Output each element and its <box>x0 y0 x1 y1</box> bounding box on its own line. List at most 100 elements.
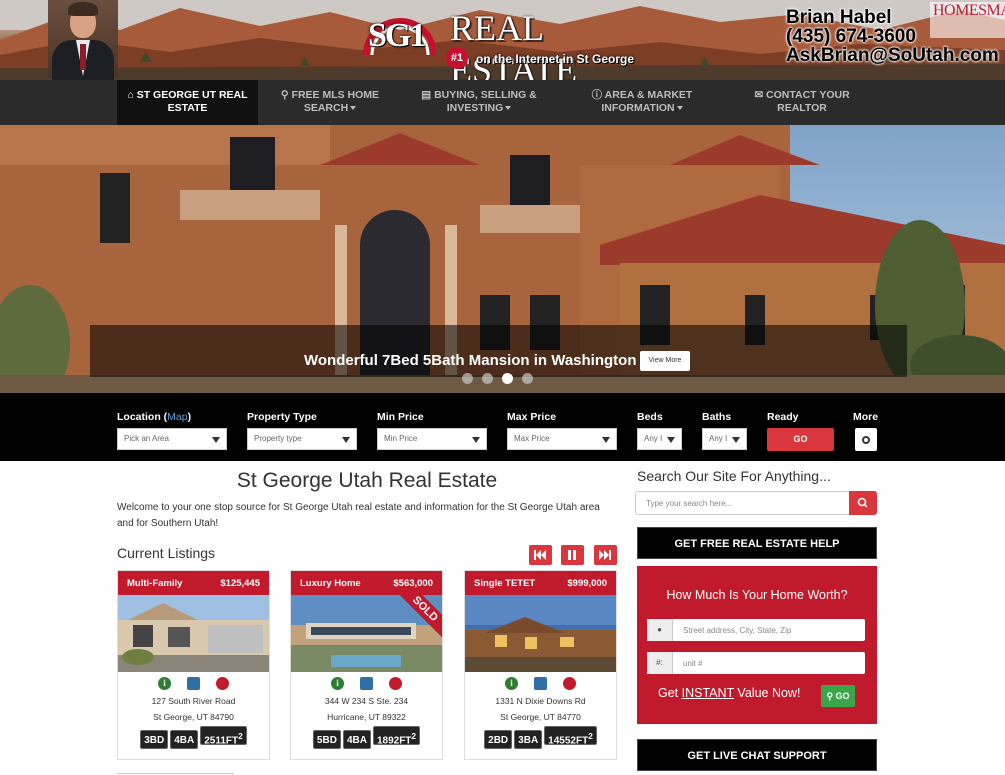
next-button[interactable] <box>594 545 617 565</box>
slider-dot-active[interactable] <box>502 373 513 384</box>
listing-header: Single TETET $999,000 <box>465 571 616 595</box>
beds-label: Beds <box>637 411 663 423</box>
slider-dot[interactable] <box>522 373 533 384</box>
view-more-button[interactable]: View More <box>640 351 690 371</box>
beds-badge: 3BD <box>140 730 169 750</box>
listing-type: Single TETET <box>474 578 536 589</box>
photo-icon[interactable] <box>360 677 373 690</box>
photo-icon[interactable] <box>534 677 547 690</box>
search-icon: ⚲ <box>826 691 834 701</box>
info-icon[interactable]: i <box>505 677 518 690</box>
free-help-button[interactable]: GET FREE REAL ESTATE HELP <box>637 527 877 559</box>
listing-stats: 2BD 3BA 14552FT2 <box>465 726 616 750</box>
previous-button[interactable] <box>529 545 552 565</box>
page-title: St George Utah Real Estate <box>236 469 498 492</box>
listing-address: 1331 N Dixie Downs Rd St George, UT 8477… <box>495 696 586 722</box>
listing-header: Multi-Family $125,445 <box>118 571 269 595</box>
listing-photo[interactable] <box>465 595 616 672</box>
agent-email[interactable]: AskBrian@SoUtah.com <box>786 46 1005 65</box>
listing-header: Luxury Home $563,000 <box>291 571 442 595</box>
listing-price: $125,445 <box>220 578 260 589</box>
listing-type: Luxury Home <box>300 578 361 589</box>
current-listings-heading: Current Listings <box>117 545 216 561</box>
map-marker-icon: ● <box>647 619 673 641</box>
chevron-down-icon <box>602 437 610 443</box>
street-address-field[interactable]: ● Street address, City, State, Zip <box>647 619 865 641</box>
skip-back-icon <box>534 550 546 560</box>
more-options-button[interactable] <box>855 428 877 451</box>
site-logo[interactable]: SG1 REAL ESTATE #1 on the Internet in St… <box>358 3 648 80</box>
min-price-select[interactable]: Min Price <box>377 428 487 450</box>
main-nav: ⌂ ST GEORGE UT REAL ESTATE ⚲ FREE MLS HO… <box>0 80 1005 125</box>
map-link[interactable]: Map <box>167 411 187 423</box>
chevron-down-icon <box>667 437 675 443</box>
agent-name: Brian Habel <box>786 7 892 28</box>
nav-label: ESTATE <box>167 102 208 114</box>
info-icon[interactable]: i <box>158 677 171 690</box>
live-chat-button[interactable]: GET LIVE CHAT SUPPORT <box>637 739 877 771</box>
home-value-title: How Much Is Your Home Worth? <box>666 588 848 602</box>
baths-badge: 3BA <box>514 730 543 750</box>
listing-card[interactable]: Single TETET $999,000 i 1331 N Dixie Dow… <box>464 570 617 760</box>
logo-title: REAL ESTATE <box>450 8 578 80</box>
slider-dot[interactable] <box>482 373 493 384</box>
listing-type: Multi-Family <box>127 578 183 589</box>
property-type-select[interactable]: Property type <box>247 428 357 450</box>
site-search-heading: Search Our Site For Anything... <box>637 468 831 484</box>
location-select[interactable]: Pick an Area <box>117 428 227 450</box>
listing-price: $563,000 <box>393 578 433 589</box>
listing-card[interactable]: Luxury Home $563,000 SOLD i 344 W 234 S … <box>290 570 443 760</box>
home-value-go-button[interactable]: ⚲ GO <box>821 685 855 707</box>
video-icon[interactable] <box>389 677 402 690</box>
envelope-icon: ✉ <box>754 89 764 101</box>
sqft-badge: 1892FT2 <box>372 726 421 746</box>
nav-item-mls-search[interactable]: ⚲ FREE MLS HOME SEARCH <box>270 80 390 125</box>
slide-caption: Wonderful 7Bed 5Bath Mansion in Washingt… <box>90 325 907 377</box>
baths-badge: 4BA <box>342 730 371 750</box>
location-label: Location (Map) <box>117 411 192 423</box>
site-search-input[interactable]: Type your search here... <box>635 491 877 515</box>
listing-photo[interactable] <box>118 595 269 672</box>
chevron-down-icon <box>342 437 350 443</box>
max-price-select[interactable]: Max Price <box>507 428 617 450</box>
listing-address: 344 W 234 S Ste. 234 Hurricane, UT 89322 <box>324 696 409 722</box>
baths-label: Baths <box>702 411 732 423</box>
video-icon[interactable] <box>216 677 229 690</box>
unit-field[interactable]: #: unit # <box>647 652 865 674</box>
home-icon: ⌂ <box>127 89 134 101</box>
info-icon[interactable]: i <box>331 677 344 690</box>
max-price-label: Max Price <box>507 411 557 423</box>
hero-slider[interactable]: Wonderful 7Bed 5Bath Mansion in Washingt… <box>0 125 1005 393</box>
home-value-widget: How Much Is Your Home Worth? ● Street ad… <box>637 566 877 724</box>
video-icon[interactable] <box>563 677 576 690</box>
listing-photo[interactable]: SOLD <box>291 595 442 672</box>
chevron-down-icon <box>732 437 740 443</box>
welcome-text: Welcome to your one stop source for St G… <box>117 502 600 529</box>
chevron-down-icon <box>472 437 480 443</box>
min-price-label: Min Price <box>377 411 424 423</box>
nav-item-home[interactable]: ⌂ ST GEORGE UT REAL ESTATE <box>117 80 258 125</box>
chevron-down-icon <box>350 106 357 111</box>
nav-item-buying-selling[interactable]: ▤ BUYING, SELLING & INVESTING <box>418 80 540 125</box>
info-icon: ⓘ <box>591 89 603 101</box>
baths-select[interactable]: Any I <box>702 428 747 450</box>
site-search-button[interactable] <box>849 491 877 515</box>
nav-label: SEARCH <box>303 102 349 114</box>
agent-phone[interactable]: (435) 674-3600 <box>786 27 1005 46</box>
agent-contact: Brian Habel (435) 674-3600 AskBrian@SoUt… <box>786 8 1005 65</box>
nav-label: CONTACT YOUR REALTOR <box>766 89 850 114</box>
nav-item-contact[interactable]: ✉ CONTACT YOUR REALTOR <box>732 80 872 125</box>
beds-select[interactable]: Any I <box>637 428 682 450</box>
logo-mark: SG1 <box>368 17 426 54</box>
listing-price: $999,000 <box>567 578 607 589</box>
search-go-button[interactable]: GO <box>767 428 834 451</box>
beds-badge: 2BD <box>484 730 513 750</box>
photo-icon[interactable] <box>187 677 200 690</box>
pause-button[interactable] <box>561 545 584 565</box>
nav-label: FREE MLS HOME <box>291 89 380 101</box>
nav-item-area-market[interactable]: ⓘ AREA & MARKET INFORMATION <box>586 80 698 125</box>
agent-photo <box>48 0 118 80</box>
slider-dot[interactable] <box>462 373 473 384</box>
listing-card[interactable]: Multi-Family $125,445 i 127 South River … <box>117 570 270 760</box>
listing-stats: 5BD 4BA 1892FT2 <box>291 726 442 750</box>
